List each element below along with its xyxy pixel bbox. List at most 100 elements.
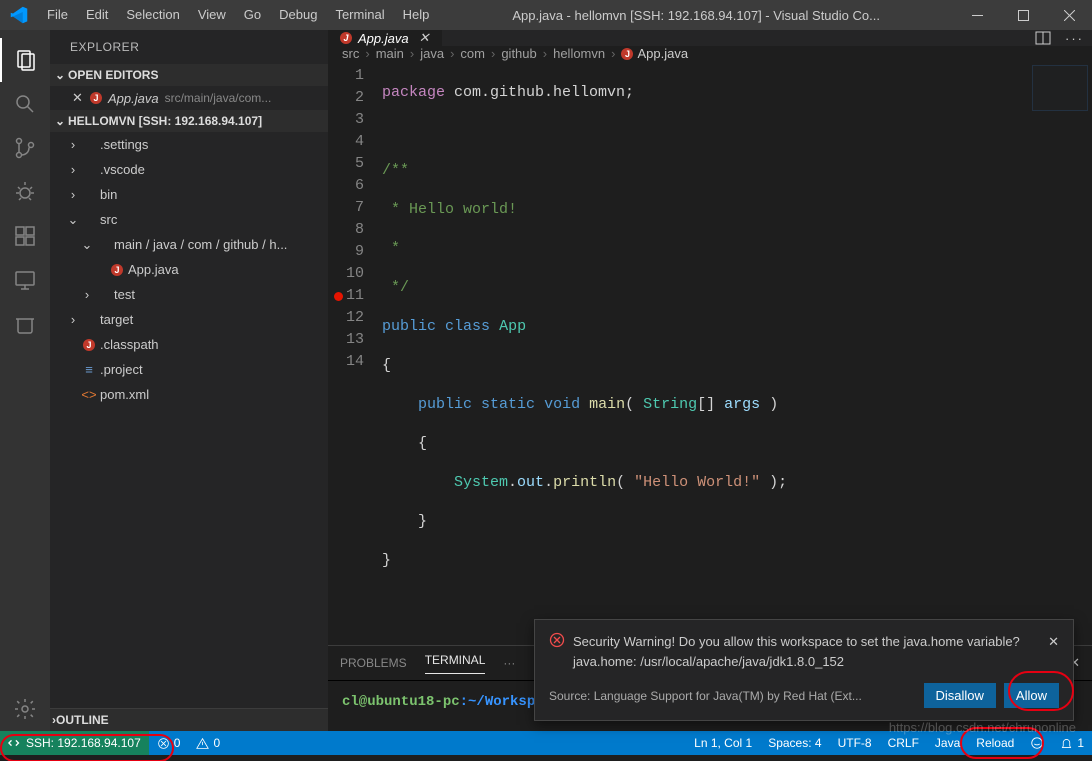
folder-section[interactable]: ⌄ HELLOMVN [SSH: 192.168.94.107] <box>50 110 328 132</box>
menu-go[interactable]: Go <box>235 0 270 30</box>
chevron-icon: › <box>80 287 94 302</box>
tab-app-java[interactable]: J App.java ✕ <box>328 30 443 46</box>
open-editor-path: src/main/java/com... <box>165 91 272 105</box>
tree-item[interactable]: ⌄ main / java / com / github / h... <box>50 232 328 257</box>
open-editor-item[interactable]: ✕ J App.java src/main/java/com... <box>50 86 328 110</box>
tree-label: .settings <box>100 137 148 152</box>
menu-file[interactable]: File <box>38 0 77 30</box>
chevron-down-icon: ⌄ <box>52 114 68 128</box>
minimize-button[interactable] <box>954 0 1000 30</box>
explorer-title: EXPLORER <box>50 30 328 64</box>
java-file-icon: J <box>111 264 123 276</box>
menu-edit[interactable]: Edit <box>77 0 117 30</box>
activitybar <box>0 30 50 731</box>
tree-label: src <box>100 212 117 227</box>
remote-indicator[interactable]: SSH: 192.168.94.107 <box>0 731 149 755</box>
line-col-indicator[interactable]: Ln 1, Col 1 <box>686 736 760 750</box>
eol-indicator[interactable]: CRLF <box>880 736 927 750</box>
remote-explorer-icon[interactable] <box>0 258 50 302</box>
split-editor-icon[interactable] <box>1035 30 1051 46</box>
java-file-icon: J <box>90 92 102 104</box>
tree-item[interactable]: J App.java <box>50 257 328 282</box>
titlebar: File Edit Selection View Go Debug Termin… <box>0 0 1092 30</box>
notifications-icon[interactable]: 1 <box>1052 736 1092 750</box>
tab-label: App.java <box>358 31 409 46</box>
tree-item[interactable]: ⌄ src <box>50 207 328 232</box>
allow-button[interactable]: Allow <box>1004 683 1059 708</box>
code-lines: package com.github.hellomvn; /** * Hello… <box>382 61 1092 645</box>
problems-tab[interactable]: PROBLEMS <box>340 656 407 670</box>
disallow-button[interactable]: Disallow <box>924 683 996 708</box>
chevron-icon: ⌄ <box>80 237 94 253</box>
tree-label: pom.xml <box>100 387 149 402</box>
outline-section[interactable]: › OUTLINE <box>50 708 328 731</box>
feedback-icon[interactable] <box>1022 736 1052 750</box>
config-file-icon: ≡ <box>85 362 93 377</box>
menu-help[interactable]: Help <box>394 0 439 30</box>
search-icon[interactable] <box>0 82 50 126</box>
menu-selection[interactable]: Selection <box>117 0 188 30</box>
code-editor[interactable]: 12345678910 11 121314 package com.github… <box>328 61 1092 645</box>
tree-item[interactable]: › bin <box>50 182 328 207</box>
tree-label: .vscode <box>100 162 145 177</box>
close-icon[interactable]: ✕ <box>1048 632 1059 652</box>
java-file-icon: J <box>621 48 633 60</box>
errors-indicator[interactable]: 0 <box>149 731 189 755</box>
tree-label: test <box>114 287 135 302</box>
chevron-icon: › <box>66 312 80 327</box>
error-icon <box>549 632 565 648</box>
tree-item[interactable]: <> pom.xml <box>50 382 328 407</box>
menubar: File Edit Selection View Go Debug Termin… <box>38 0 438 30</box>
chevron-down-icon: ⌄ <box>52 68 68 82</box>
chevron-icon: › <box>66 187 80 202</box>
explorer-icon[interactable] <box>0 38 50 82</box>
tree-item[interactable]: › .settings <box>50 132 328 157</box>
extensions-icon[interactable] <box>0 214 50 258</box>
chevron-icon: › <box>66 162 80 177</box>
tree-label: .classpath <box>100 337 159 352</box>
close-icon[interactable]: ✕ <box>419 30 430 46</box>
tree-item[interactable]: ≡.project <box>50 357 328 382</box>
settings-gear-icon[interactable] <box>0 687 50 731</box>
tabs: J App.java ✕ ··· <box>328 30 1092 46</box>
tree-label: App.java <box>128 262 179 277</box>
chevron-icon: › <box>66 137 80 152</box>
debug-icon[interactable] <box>0 170 50 214</box>
explorer-sidebar: EXPLORER ⌄ OPEN EDITORS ✕ J App.java src… <box>50 30 328 731</box>
tree-label: bin <box>100 187 117 202</box>
warnings-indicator[interactable]: 0 <box>188 731 228 755</box>
spaces-indicator[interactable]: Spaces: 4 <box>760 736 829 750</box>
open-editor-filename: App.java <box>108 91 159 106</box>
java-file-icon: J <box>340 32 352 44</box>
minimap[interactable] <box>1022 61 1092 645</box>
maximize-button[interactable] <box>1000 0 1046 30</box>
tree-item[interactable]: ›target <box>50 307 328 332</box>
test-icon[interactable] <box>0 302 50 346</box>
breadcrumb[interactable]: src› main› java› com› github› hellomvn› … <box>328 46 1092 61</box>
encoding-indicator[interactable]: UTF-8 <box>830 736 880 750</box>
notification-toast: Security Warning! Do you allow this work… <box>534 619 1074 721</box>
statusbar: SSH: 192.168.94.107 0 0 Ln 1, Col 1 Spac… <box>0 731 1092 755</box>
language-indicator[interactable]: Java <box>927 736 968 750</box>
menu-terminal[interactable]: Terminal <box>326 0 393 30</box>
panel-more-icon[interactable]: ··· <box>503 656 515 670</box>
menu-view[interactable]: View <box>189 0 235 30</box>
more-icon[interactable]: ··· <box>1065 31 1084 46</box>
tree-item[interactable]: › .vscode <box>50 157 328 182</box>
file-tree: › .settings › .vscode › bin ⌄ src ⌄ main / java /… <box>50 132 328 708</box>
open-editors-section[interactable]: ⌄ OPEN EDITORS <box>50 64 328 86</box>
chevron-icon: ⌄ <box>66 212 80 228</box>
tree-label: main / java / com / github / h... <box>114 237 287 252</box>
close-icon[interactable]: ✕ <box>72 90 86 106</box>
source-control-icon[interactable] <box>0 126 50 170</box>
notification-source: Source: Language Support for Java(TM) by… <box>549 689 916 703</box>
close-button[interactable] <box>1046 0 1092 30</box>
reload-indicator[interactable]: Reload <box>968 736 1022 750</box>
tree-item[interactable]: J.classpath <box>50 332 328 357</box>
gutter: 12345678910 11 121314 <box>328 61 382 645</box>
menu-debug[interactable]: Debug <box>270 0 326 30</box>
xml-file-icon: <> <box>81 387 96 402</box>
breakpoint-icon[interactable] <box>334 292 343 301</box>
terminal-tab[interactable]: TERMINAL <box>425 653 486 674</box>
tree-item[interactable]: › test <box>50 282 328 307</box>
